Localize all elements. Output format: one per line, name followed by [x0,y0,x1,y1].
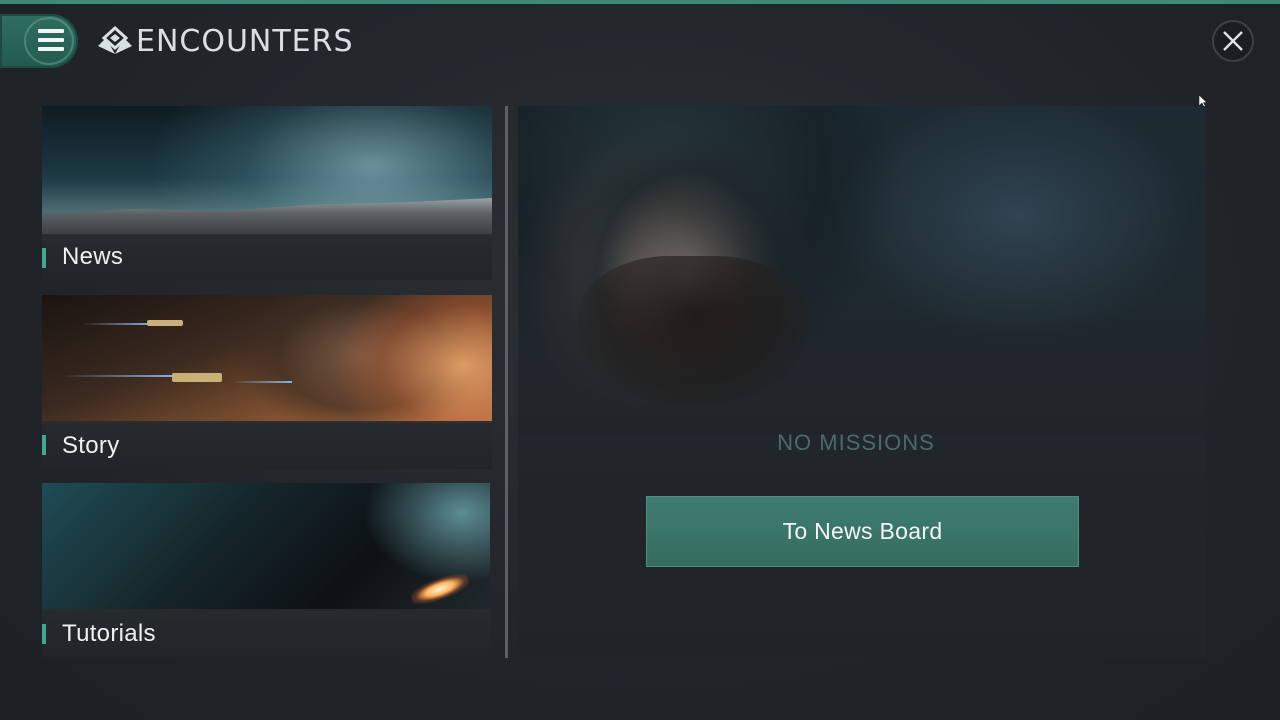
close-button[interactable] [1212,20,1254,62]
news-card[interactable]: News [42,106,492,280]
story-label: Story [62,432,120,459]
ships-asteroid-image [42,295,492,423]
ship-shape [172,373,222,382]
panel-divider [505,106,508,658]
ship-trail [62,375,172,377]
hamburger-menu-icon [38,29,64,51]
story-accent-marker [42,435,46,455]
ship-trail [232,381,292,383]
news-label: News [62,243,124,270]
missions-panel: NO MISSIONS To News Board [518,106,1206,658]
story-card[interactable]: Story [42,295,492,469]
ship-trail [82,323,152,325]
beard-shape [578,256,808,406]
encounters-logo-icon [98,26,132,54]
news-accent-marker [42,248,46,268]
menu-button[interactable] [0,14,78,68]
close-icon [1223,31,1243,51]
status-text: NO MISSIONS [777,430,935,455]
tutorials-accent-marker [42,624,46,644]
tutorials-card[interactable]: Tutorials [42,483,490,657]
page-title: ENCOUNTERS [136,24,354,59]
tutorials-label: Tutorials [62,620,156,647]
top-accent-bar [0,0,1280,4]
ship-shape [147,320,183,326]
thruster-flare [408,569,472,609]
to-news-board-button[interactable]: To News Board [646,496,1079,567]
space-station-planet-image [42,106,492,242]
ship-thruster-image [42,483,490,611]
